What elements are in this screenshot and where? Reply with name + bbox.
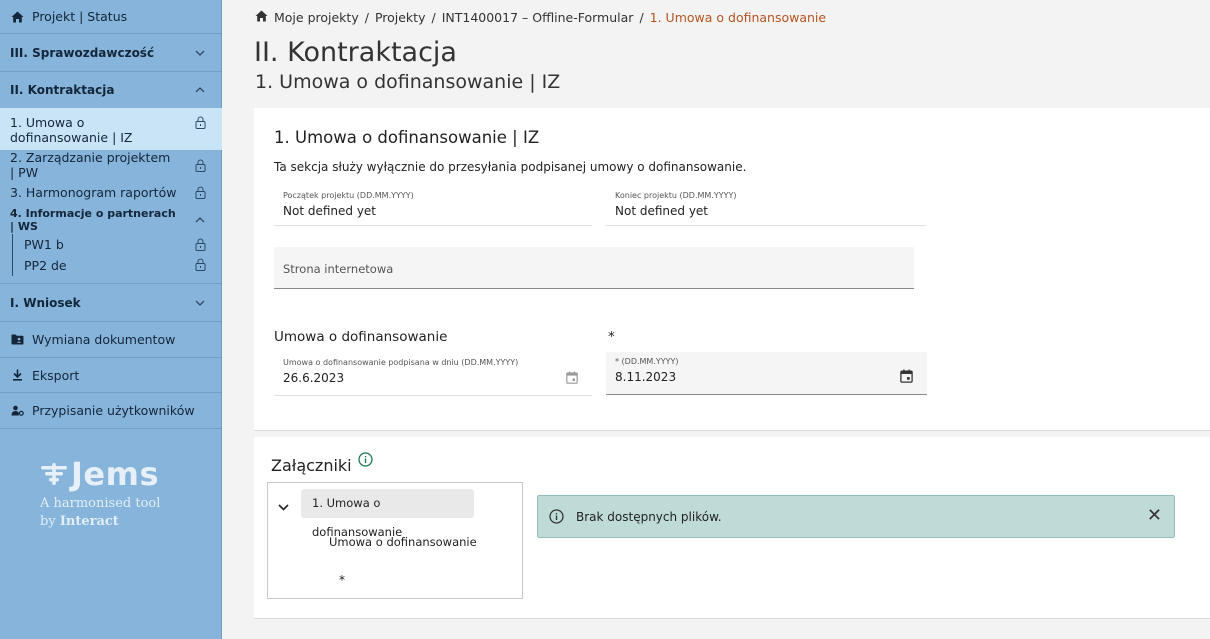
chevron-down-icon [178,300,222,306]
chevron-down-icon [178,50,222,56]
sidebar-item-label: PW1 b [24,236,64,252]
breadcrumb-separator: / [364,10,369,25]
sidebar-item-label: 4. Informacje o partnerach | WS [10,207,176,233]
attachments-title-text: Załączniki [271,456,352,475]
chevron-up-icon [178,87,222,93]
field-value: Not defined yet [283,204,377,218]
home-icon [10,11,24,23]
breadcrumb-link-moje-projekty[interactable]: Moje projekty [274,10,359,25]
logo-wordmark: Jems [40,455,160,493]
chevron-up-icon [178,217,222,223]
breadcrumb-link-projekty[interactable]: Projekty [375,10,426,25]
field-value: Not defined yet [615,204,709,218]
home-icon[interactable] [255,10,268,25]
asterisk-label: * [608,329,615,345]
sidebar-item-label: 1. Umowa o dofinansowanie | IZ [10,115,133,145]
sidebar-item-project-status[interactable]: Projekt | Status [0,0,222,34]
sidebar-item-label: Projekt | Status [32,9,128,24]
signed-date-field: Umowa o dofinansowanie podpisana w dniu … [274,353,592,396]
contract-date-field[interactable]: * (DD.MM.YYYY) 8.11.2023 [606,352,927,395]
field-label: Umowa o dofinansowanie podpisana w dniu … [283,358,519,367]
lock-icon [178,258,222,271]
attachments-card: Załączniki 1. Umowa o dofinansowanie Umo… [254,437,1210,619]
calendar-icon[interactable] [900,368,913,387]
no-files-alert: Brak dostępnych plików. ✕ [537,495,1175,538]
close-icon[interactable]: ✕ [1147,505,1162,526]
field-value: 8.11.2023 [615,370,677,384]
field-label: Początek projektu (DD.MM.YYYY) [283,191,414,200]
sidebar-item-label: 3. Harmonogram raportów [10,184,177,200]
sidebar-item-harmonogram[interactable]: 3. Harmonogram raportów [0,179,222,205]
sidebar-item-label: II. Kontraktacja [10,83,115,97]
download-icon [10,369,24,381]
field-label: Koniec projektu (DD.MM.YYYY) [615,191,737,200]
field-label: * (DD.MM.YYYY) [615,357,679,366]
sidebar-item-eksport[interactable]: Eksport [0,358,222,393]
tree-child-umowa[interactable]: Umowa o dofinansowanie [329,535,477,549]
folder-shared-icon [10,334,24,345]
sidebar-item-kontraktacja[interactable]: II. Kontraktacja [0,72,222,108]
jems-logo: Jems A harmonised tool by Interact [40,455,160,531]
sidebar-item-label: III. Sprawozdawczość [10,45,155,60]
sidebar-item-label: Wymiana dokumentow [32,332,176,347]
breadcrumb-separator: / [431,10,436,25]
card-title: 1. Umowa o dofinansowanie | IZ [274,128,540,147]
field-value: 26.6.2023 [283,371,345,385]
breadcrumb: Moje projekty / Projekty / INT1400017 – … [255,10,826,25]
attachments-title: Załączniki [271,452,373,475]
lock-icon [178,159,222,172]
logo-tagline: A harmonised tool by Interact [40,496,161,529]
sidebar-item-umowa[interactable]: 1. Umowa o dofinansowanie | IZ [0,108,222,150]
sidebar-item-label: I. Wniosek [10,295,81,310]
sidebar-item-partnerzy[interactable]: 4. Informacje o partnerach | WS [0,207,222,233]
contract-card: 1. Umowa o dofinansowanie | IZ Ta sekcja… [254,108,1210,431]
sidebar-item-wymiana[interactable]: Wymiana dokumentow [0,322,222,358]
info-icon [549,509,564,528]
website-input[interactable]: Strona internetowa [274,247,914,289]
lock-icon [178,238,222,251]
card-description: Ta sekcja służy wyłącznie do przesyłania… [274,160,747,174]
sidebar-item-label: 2. Zarządzanie projektem | PW [10,150,171,180]
lock-icon [178,186,222,199]
sidebar-item-label: Eksport [32,367,80,383]
project-end-field: Koniec projektu (DD.MM.YYYY) Not defined… [606,186,926,226]
tree-child-star[interactable]: * [339,573,345,587]
page-subtitle: 1. Umowa o dofinansowanie | IZ [255,71,561,93]
sidebar-item-przypisanie[interactable]: Przypisanie użytkowników [0,393,222,429]
tree-node-umowa[interactable]: 1. Umowa o dofinansowanie [301,489,474,539]
sidebar-item-label: PP2 de [24,258,67,273]
sidebar-item-partner-pp2[interactable]: PP2 de [0,255,222,284]
sidebar-item-sprawozdawczosc[interactable]: III. Sprawozdawczość [0,34,222,72]
logo-mark-icon [41,463,67,485]
input-placeholder: Strona internetowa [283,262,394,276]
calendar-icon [566,369,578,388]
project-start-field: Początek projektu (DD.MM.YYYY) Not defin… [274,186,592,226]
sidebar-item-partner-pw1[interactable]: PW1 b [0,233,222,255]
breadcrumb-current: 1. Umowa o dofinansowanie [649,10,827,25]
lock-icon [178,115,222,129]
breadcrumb-separator: / [639,10,644,25]
user-settings-icon [10,405,24,416]
chevron-down-icon[interactable] [278,496,289,515]
page-title: II. Kontraktacja [254,37,457,68]
alert-text: Brak dostępnych plików. [576,510,722,524]
info-icon[interactable] [357,452,373,471]
sidebar: Projekt | Status III. Sprawozdawczość II… [0,0,222,639]
sidebar-item-zarzadzanie[interactable]: 2. Zarządzanie projektem | PW [0,150,222,180]
attachments-tree: 1. Umowa o dofinansowanie Umowa o dofina… [267,482,523,599]
sidebar-item-label: Przypisanie użytkowników [32,403,195,418]
agreement-label: Umowa o dofinansowanie [274,329,448,345]
breadcrumb-link-project[interactable]: INT1400017 – Offline-Formular [442,10,634,25]
sidebar-item-wniosek[interactable]: I. Wniosek [0,284,222,322]
